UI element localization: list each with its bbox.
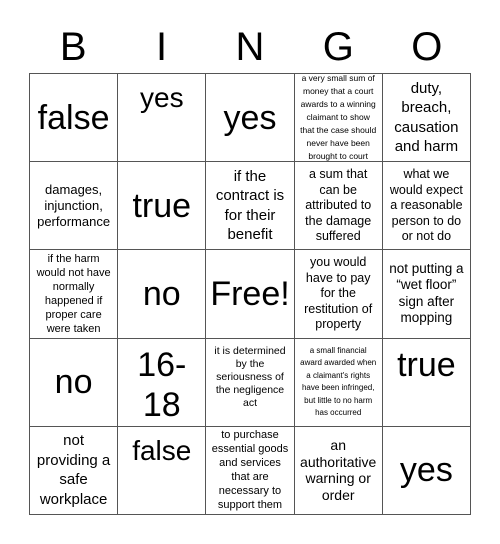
cell-text: damages, injunction, performance bbox=[37, 181, 111, 229]
bingo-cell[interactable]: yes bbox=[382, 426, 471, 515]
bingo-cell[interactable]: a very small sum of money that a court a… bbox=[294, 74, 383, 163]
cell-text: not providing a safe workplace bbox=[36, 432, 111, 508]
bingo-cell[interactable]: yes bbox=[118, 74, 207, 163]
cell-text: if the contract is for their benefit bbox=[215, 167, 285, 244]
bingo-cell[interactable]: yes bbox=[206, 74, 295, 163]
bingo-cell[interactable]: what we would expect a reasonable person… bbox=[382, 162, 471, 251]
cell-text: duty, breach, causation and harm bbox=[394, 79, 459, 156]
bingo-cell[interactable]: false bbox=[118, 426, 207, 515]
header-letter-o: O bbox=[411, 25, 443, 69]
bingo-header: B I N G O bbox=[29, 22, 471, 72]
cell-text: yes bbox=[399, 451, 453, 490]
bingo-cell[interactable]: true bbox=[382, 338, 471, 427]
bingo-cell[interactable]: not putting a “wet floor” sign after mop… bbox=[382, 250, 471, 339]
cell-text: a sum that can be attributed to the dama… bbox=[305, 167, 372, 244]
cell-text: an authoritative warning or order bbox=[300, 437, 377, 503]
cell-text: a small financial award awarded when a c… bbox=[300, 345, 377, 418]
cell-text: Free! bbox=[210, 274, 290, 313]
bingo-cell[interactable]: duty, breach, causation and harm bbox=[382, 74, 471, 163]
cell-text: what we would expect a reasonable person… bbox=[389, 167, 463, 244]
bingo-cell[interactable]: 16-18 bbox=[118, 338, 207, 427]
cell-text: true bbox=[397, 345, 456, 384]
header-letter-i: I bbox=[156, 25, 168, 69]
cell-text: to purchase essential goods and services… bbox=[211, 429, 289, 512]
cell-text: yes bbox=[140, 82, 184, 113]
bingo-cell[interactable]: you would have to pay for the restitutio… bbox=[294, 250, 383, 339]
bingo-cell[interactable]: not providing a safe workplace bbox=[30, 426, 119, 515]
bingo-cell[interactable]: if the harm would not have normally happ… bbox=[30, 250, 119, 339]
bingo-grid: false yes yes a very small sum of money … bbox=[29, 73, 471, 515]
cell-text: 16-18 bbox=[137, 345, 187, 424]
cell-text: no bbox=[142, 274, 181, 313]
bingo-cell[interactable]: no bbox=[118, 250, 207, 339]
header-letter-n: N bbox=[235, 25, 265, 69]
cell-text: false bbox=[37, 98, 110, 137]
cell-text: not putting a “wet floor” sign after mop… bbox=[389, 260, 464, 326]
bingo-cell[interactable]: to purchase essential goods and services… bbox=[206, 426, 295, 515]
bingo-cell[interactable]: true bbox=[118, 162, 207, 251]
cell-text: if the harm would not have normally happ… bbox=[36, 253, 111, 335]
cell-text: true bbox=[132, 186, 192, 225]
cell-text: it is determined by the seriousness of t… bbox=[214, 344, 286, 409]
cell-text: no bbox=[54, 363, 93, 402]
header-letter-g: G bbox=[322, 25, 354, 69]
bingo-cell[interactable]: if the contract is for their benefit bbox=[206, 162, 295, 251]
cell-text: yes bbox=[223, 98, 277, 137]
bingo-cell[interactable]: it is determined by the seriousness of t… bbox=[206, 338, 295, 427]
header-letter-b: B bbox=[59, 25, 87, 69]
bingo-cell[interactable]: a small financial award awarded when a c… bbox=[294, 338, 383, 427]
bingo-cell[interactable]: false bbox=[30, 74, 119, 163]
cell-text: a very small sum of money that a court a… bbox=[300, 74, 377, 162]
bingo-cell[interactable]: damages, injunction, performance bbox=[30, 162, 119, 251]
bingo-cell[interactable]: a sum that can be attributed to the dama… bbox=[294, 162, 383, 251]
bingo-cell[interactable]: no bbox=[30, 338, 119, 427]
free-space[interactable]: Free! bbox=[206, 250, 295, 339]
cell-text: you would have to pay for the restitutio… bbox=[304, 255, 373, 332]
bingo-cell[interactable]: an authoritative warning or order bbox=[294, 426, 383, 515]
cell-text: false bbox=[132, 434, 192, 466]
